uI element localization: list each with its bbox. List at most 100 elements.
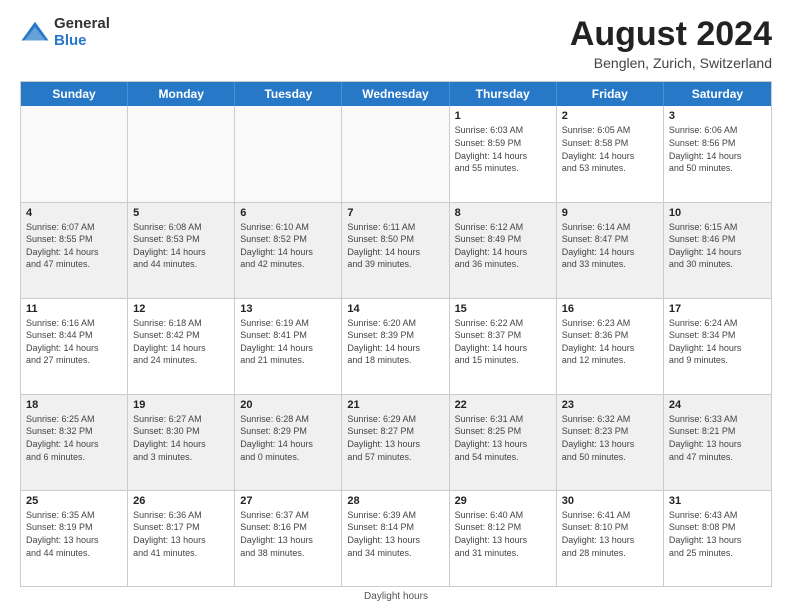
day-info: Sunrise: 6:35 AM Sunset: 8:19 PM Dayligh… <box>26 509 122 559</box>
empty-cell <box>21 106 128 201</box>
day-cell-9: 9 Sunrise: 6:14 AM Sunset: 8:47 PM Daylig… <box>557 203 664 298</box>
day-info: Sunrise: 6:40 AM Sunset: 8:12 PM Dayligh… <box>455 509 551 559</box>
day-cell-19: 19 Sunrise: 6:27 AM Sunset: 8:30 PM Dayli… <box>128 395 235 490</box>
day-cell-31: 31Sunrise: 6:43 AM Sunset: 8:08 PM Dayli… <box>664 491 771 586</box>
day-cell-10: 10Sunrise: 6:15 AM Sunset: 8:46 PM Dayli… <box>664 203 771 298</box>
empty-cell <box>235 106 342 201</box>
week-row-1: 1 Sunrise: 6:03 AM Sunset: 8:59 PM Daylig… <box>21 106 771 201</box>
day-cell-15: 15 Sunrise: 6:22 AM Sunset: 8:37 PM Dayli… <box>450 299 557 394</box>
main-title: August 2024 <box>570 16 772 53</box>
day-number: 6 <box>240 207 336 219</box>
day-info: Sunrise: 6:33 AM Sunset: 8:21 PM Dayligh… <box>669 413 766 463</box>
day-cell-20: 20 Sunrise: 6:28 AM Sunset: 8:29 PM Dayli… <box>235 395 342 490</box>
day-cell-14: 14 Sunrise: 6:20 AM Sunset: 8:39 PM Dayli… <box>342 299 449 394</box>
page: General Blue August 2024 Benglen, Zurich… <box>0 0 792 612</box>
day-number: 25 <box>26 495 122 507</box>
day-cell-18: 18Sunrise: 6:25 AM Sunset: 8:32 PM Dayli… <box>21 395 128 490</box>
day-cell-24: 24 Sunrise: 6:33 AM Sunset: 8:21 PM Dayli… <box>664 395 771 490</box>
calendar-header: SundayMondayTuesdayWednesdayThursdayFrid… <box>21 82 771 106</box>
day-info: Sunrise: 6:14 AM Sunset: 8:47 PM Dayligh… <box>562 221 658 271</box>
day-cell-13: 13 Sunrise: 6:19 AM Sunset: 8:41 PM Dayli… <box>235 299 342 394</box>
day-cell-12: 12 Sunrise: 6:18 AM Sunset: 8:42 PM Dayli… <box>128 299 235 394</box>
header-day-monday: Monday <box>128 82 235 106</box>
week-row-5: 25 Sunrise: 6:35 AM Sunset: 8:19 PM Dayli… <box>21 490 771 586</box>
calendar: SundayMondayTuesdayWednesdayThursdayFrid… <box>20 81 772 587</box>
day-number: 13 <box>240 303 336 315</box>
day-info: Sunrise: 6:37 AM Sunset: 8:16 PM Dayligh… <box>240 509 336 559</box>
day-number: 20 <box>240 399 336 411</box>
empty-cell <box>128 106 235 201</box>
logo-text: General Blue <box>54 16 110 49</box>
day-info: Sunrise: 6:28 AM Sunset: 8:29 PM Dayligh… <box>240 413 336 463</box>
day-number: 27 <box>240 495 336 507</box>
day-cell-27: 27 Sunrise: 6:37 AM Sunset: 8:16 PM Dayli… <box>235 491 342 586</box>
day-number: 11 <box>26 303 122 315</box>
day-number: 7 <box>347 207 443 219</box>
day-info: Sunrise: 6:10 AM Sunset: 8:52 PM Dayligh… <box>240 221 336 271</box>
day-number: 31 <box>669 495 766 507</box>
subtitle: Benglen, Zurich, Switzerland <box>570 55 772 71</box>
logo: General Blue <box>20 16 110 49</box>
day-info: Sunrise: 6:05 AM Sunset: 8:58 PM Dayligh… <box>562 124 658 174</box>
day-cell-28: 28 Sunrise: 6:39 AM Sunset: 8:14 PM Dayli… <box>342 491 449 586</box>
header-day-thursday: Thursday <box>450 82 557 106</box>
day-cell-4: 4Sunrise: 6:07 AM Sunset: 8:55 PM Daylig… <box>21 203 128 298</box>
day-cell-8: 8 Sunrise: 6:12 AM Sunset: 8:49 PM Daylig… <box>450 203 557 298</box>
day-number: 1 <box>455 110 551 122</box>
day-info: Sunrise: 6:22 AM Sunset: 8:37 PM Dayligh… <box>455 317 551 367</box>
day-info: Sunrise: 6:31 AM Sunset: 8:25 PM Dayligh… <box>455 413 551 463</box>
day-info: Sunrise: 6:11 AM Sunset: 8:50 PM Dayligh… <box>347 221 443 271</box>
day-info: Sunrise: 6:19 AM Sunset: 8:41 PM Dayligh… <box>240 317 336 367</box>
day-number: 29 <box>455 495 551 507</box>
footer-note: Daylight hours <box>20 591 772 602</box>
header-day-saturday: Saturday <box>664 82 771 106</box>
day-number: 17 <box>669 303 766 315</box>
day-number: 3 <box>669 110 766 122</box>
day-cell-11: 11 Sunrise: 6:16 AM Sunset: 8:44 PM Dayli… <box>21 299 128 394</box>
day-info: Sunrise: 6:39 AM Sunset: 8:14 PM Dayligh… <box>347 509 443 559</box>
day-info: Sunrise: 6:32 AM Sunset: 8:23 PM Dayligh… <box>562 413 658 463</box>
logo-general: General <box>54 16 110 33</box>
week-row-2: 4Sunrise: 6:07 AM Sunset: 8:55 PM Daylig… <box>21 202 771 298</box>
day-info: Sunrise: 6:15 AM Sunset: 8:46 PM Dayligh… <box>669 221 766 271</box>
day-info: Sunrise: 6:20 AM Sunset: 8:39 PM Dayligh… <box>347 317 443 367</box>
day-number: 14 <box>347 303 443 315</box>
day-cell-2: 2 Sunrise: 6:05 AM Sunset: 8:58 PM Daylig… <box>557 106 664 201</box>
day-info: Sunrise: 6:12 AM Sunset: 8:49 PM Dayligh… <box>455 221 551 271</box>
day-number: 28 <box>347 495 443 507</box>
day-info: Sunrise: 6:16 AM Sunset: 8:44 PM Dayligh… <box>26 317 122 367</box>
day-number: 24 <box>669 399 766 411</box>
day-cell-26: 26 Sunrise: 6:36 AM Sunset: 8:17 PM Dayli… <box>128 491 235 586</box>
day-info: Sunrise: 6:18 AM Sunset: 8:42 PM Dayligh… <box>133 317 229 367</box>
day-info: Sunrise: 6:27 AM Sunset: 8:30 PM Dayligh… <box>133 413 229 463</box>
day-cell-21: 21Sunrise: 6:29 AM Sunset: 8:27 PM Dayli… <box>342 395 449 490</box>
day-number: 19 <box>133 399 229 411</box>
title-block: August 2024 Benglen, Zurich, Switzerland <box>570 16 772 71</box>
day-cell-22: 22 Sunrise: 6:31 AM Sunset: 8:25 PM Dayli… <box>450 395 557 490</box>
day-number: 2 <box>562 110 658 122</box>
logo-icon <box>20 18 50 48</box>
day-number: 26 <box>133 495 229 507</box>
day-cell-7: 7 Sunrise: 6:11 AM Sunset: 8:50 PM Daylig… <box>342 203 449 298</box>
day-info: Sunrise: 6:36 AM Sunset: 8:17 PM Dayligh… <box>133 509 229 559</box>
day-number: 8 <box>455 207 551 219</box>
day-cell-17: 17 Sunrise: 6:24 AM Sunset: 8:34 PM Dayli… <box>664 299 771 394</box>
day-number: 22 <box>455 399 551 411</box>
day-cell-23: 23 Sunrise: 6:32 AM Sunset: 8:23 PM Dayli… <box>557 395 664 490</box>
day-cell-30: 30Sunrise: 6:41 AM Sunset: 8:10 PM Dayli… <box>557 491 664 586</box>
day-number: 4 <box>26 207 122 219</box>
header-day-friday: Friday <box>557 82 664 106</box>
day-number: 23 <box>562 399 658 411</box>
day-number: 30 <box>562 495 658 507</box>
day-info: Sunrise: 6:24 AM Sunset: 8:34 PM Dayligh… <box>669 317 766 367</box>
day-cell-5: 5Sunrise: 6:08 AM Sunset: 8:53 PM Daylig… <box>128 203 235 298</box>
header-day-sunday: Sunday <box>21 82 128 106</box>
week-row-4: 18Sunrise: 6:25 AM Sunset: 8:32 PM Dayli… <box>21 394 771 490</box>
day-number: 15 <box>455 303 551 315</box>
day-number: 9 <box>562 207 658 219</box>
day-cell-1: 1 Sunrise: 6:03 AM Sunset: 8:59 PM Daylig… <box>450 106 557 201</box>
day-info: Sunrise: 6:03 AM Sunset: 8:59 PM Dayligh… <box>455 124 551 174</box>
header-day-wednesday: Wednesday <box>342 82 449 106</box>
logo-blue: Blue <box>54 33 110 50</box>
day-number: 12 <box>133 303 229 315</box>
